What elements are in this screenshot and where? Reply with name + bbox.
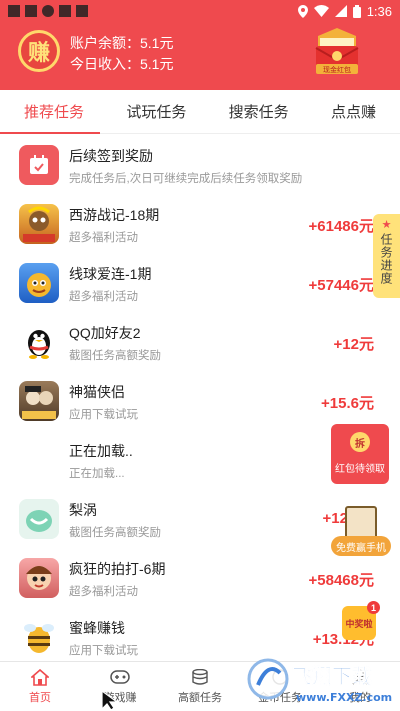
status-bar: 1:36 [0, 0, 400, 22]
task-reward: +57446元 [308, 277, 374, 294]
qq-penguin-icon [19, 322, 59, 362]
battery-icon [352, 4, 361, 18]
star-icon: ★ [381, 219, 392, 231]
account-balance: 账户余额：5.1元 [70, 35, 174, 51]
liwo-app-icon [19, 499, 59, 539]
calendar-icon [19, 145, 59, 185]
cash-redpack-icon[interactable]: 现金红包 [312, 26, 362, 78]
pending-redpack-button[interactable]: 拆 红包待领取 [331, 424, 389, 484]
task-tabs: 推荐任务 试玩任务 搜索任务 点点赚 [0, 90, 400, 134]
list-item[interactable]: 西游战记-18期 超多福利活动 +61486元 [0, 195, 400, 254]
wifi-icon [313, 5, 329, 17]
free-phone-button[interactable]: 免费赢手机 [331, 506, 391, 558]
phone-icon [345, 506, 377, 540]
nav-high-tasks[interactable]: 高额任务 [160, 662, 240, 711]
task-title: 正在加载.. [69, 443, 133, 459]
today-income: 今日收入：5.1元 [70, 56, 174, 72]
notification-icon [25, 5, 37, 17]
logo-text: 赚 [27, 40, 50, 66]
pending-redpack-label: 红包待领取 [335, 464, 385, 475]
task-title: 神猫侠侣 [69, 384, 125, 400]
app-logo: 赚 [18, 30, 60, 72]
task-reward: +12元 [333, 336, 374, 353]
nav-label: 高额任务 [178, 692, 222, 704]
status-notification-icons [8, 5, 88, 17]
tab-search[interactable]: 搜索任务 [229, 101, 289, 122]
task-subtitle: 截图任务高额奖励 [69, 527, 161, 539]
status-time: 1:36 [366, 3, 392, 19]
task-subtitle: 超多福利活动 [69, 586, 138, 598]
task-title: 蜜蜂赚钱 [69, 620, 125, 636]
notification-icon [59, 5, 71, 17]
gamepad-icon [109, 668, 131, 686]
task-subtitle: 完成任务后,次日可继续完成后续任务领取奖励 [69, 173, 303, 185]
watermark-brand: 飞翔下载 [292, 664, 372, 688]
game-shenmao-icon [19, 381, 59, 421]
prize-label: 中奖啦 [345, 618, 373, 629]
site-watermark: 飞翔下载 www.FXXZ.com [247, 658, 392, 704]
task-subtitle: 应用下载试玩 [69, 409, 138, 421]
prize-badge: 1 [367, 601, 380, 614]
tab-trial[interactable]: 试玩任务 [126, 101, 186, 122]
nav-home[interactable]: 首页 [0, 662, 80, 711]
mouse-cursor-icon [101, 690, 119, 711]
account-header: 赚 账户余额：5.1元 今日收入：5.1元 现金红包 [0, 22, 400, 90]
task-subtitle: 正在加载... [69, 468, 125, 480]
task-reward: +15.6元 [321, 395, 374, 412]
notification-icon [8, 5, 20, 17]
free-phone-label: 免费赢手机 [331, 536, 391, 556]
redpack-seal: 拆 [350, 432, 370, 452]
task-title: 西游战记-18期 [69, 207, 160, 223]
tab-click-earn[interactable]: 点点赚 [331, 101, 376, 122]
list-item[interactable]: QQ加好友2 截图任务高额奖励 +12元 [0, 313, 400, 372]
game-xianqiu-icon [19, 263, 59, 303]
task-title: 疯狂的拍打-6期 [69, 561, 166, 577]
task-reward: +61486元 [308, 218, 374, 235]
task-progress-label: 任务进度 [379, 233, 393, 285]
bee-icon [19, 617, 59, 657]
task-list: 后续签到奖励 完成任务后,次日可继续完成后续任务领取奖励 西游战记-18期 超多… [0, 136, 400, 667]
watermark-url: www.FXXZ.com [296, 691, 392, 704]
signal-icon [334, 5, 347, 17]
list-item[interactable]: 线球爱连-1期 超多福利活动 +57446元 [0, 254, 400, 313]
list-item[interactable]: 神猫侠侣 应用下载试玩 +15.6元 [0, 372, 400, 431]
game-xiyou-icon [19, 204, 59, 244]
task-subtitle: 超多福利活动 [69, 291, 138, 303]
tab-recommended[interactable]: 推荐任务 [24, 101, 84, 122]
task-title: QQ加好友2 [69, 325, 141, 341]
task-title: 后续签到奖励 [69, 148, 153, 164]
home-icon [29, 668, 51, 686]
task-subtitle: 应用下载试玩 [69, 645, 138, 657]
location-icon [297, 4, 308, 18]
shield-icon [42, 5, 54, 17]
task-progress-tab[interactable]: ★ 任务进度 [373, 214, 400, 298]
redpack-label: 现金红包 [323, 65, 351, 74]
coins-icon [189, 668, 211, 686]
active-tab-indicator [0, 132, 100, 134]
task-title: 线球爱连-1期 [69, 266, 152, 282]
task-subtitle: 超多福利活动 [69, 232, 138, 244]
list-item[interactable]: 后续签到奖励 完成任务后,次日可继续完成后续任务领取奖励 [0, 136, 400, 195]
task-subtitle: 截图任务高额奖励 [69, 350, 161, 362]
prize-button[interactable]: 中奖啦 1 [342, 601, 380, 640]
game-paida-icon [19, 558, 59, 598]
task-title: 梨涡 [69, 502, 97, 518]
nav-label: 首页 [29, 692, 51, 704]
task-reward: +58468元 [308, 572, 374, 589]
notification-icon [76, 5, 88, 17]
